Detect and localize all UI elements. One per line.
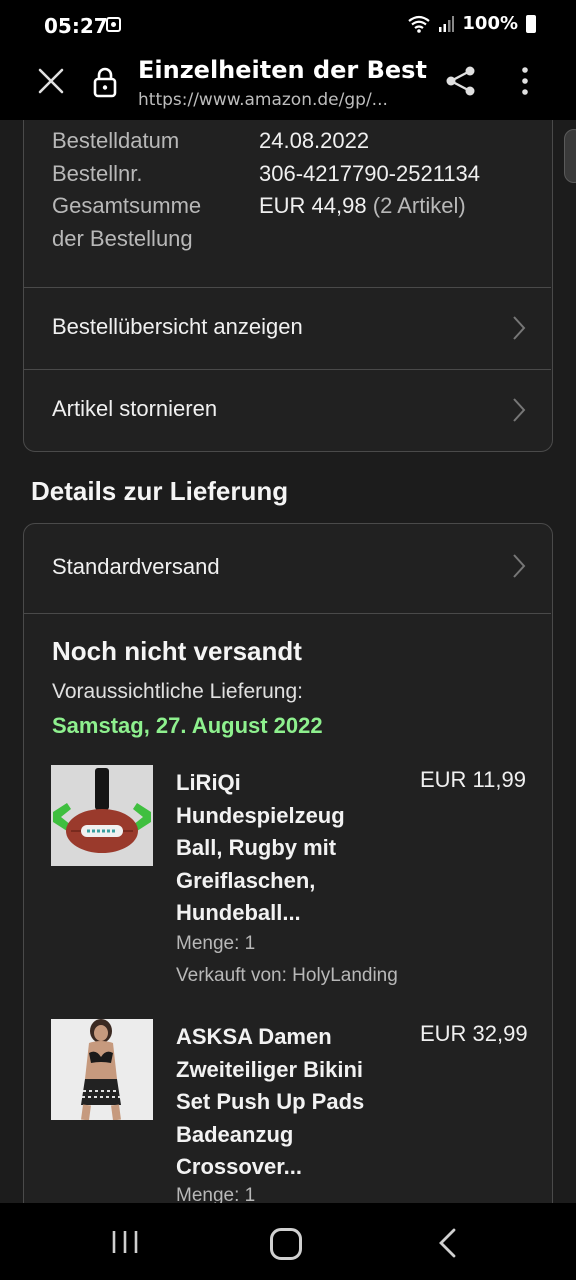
status-bar: 05:27 100% (0, 0, 576, 50)
chevron-right-icon (513, 554, 526, 578)
order-total-label-line2: der Bestellung (52, 225, 193, 251)
chevron-right-icon (513, 316, 526, 340)
home-button[interactable] (270, 1228, 302, 1260)
item-seller: Verkauft von: HolyLanding (176, 965, 398, 986)
recent-apps-icon[interactable] (110, 1229, 140, 1255)
signal-icon (439, 15, 455, 32)
cancel-items-link[interactable]: Artikel stornieren (24, 369, 551, 451)
expected-delivery-label: Voraussichtliche Lieferung: (52, 680, 303, 703)
item-price: EUR 32,99 (420, 1021, 528, 1046)
cancel-items-label: Artikel stornieren (52, 396, 218, 421)
browser-toolbar: Einzelheiten der Best... https://www.ama… (0, 50, 576, 120)
item-title[interactable]: ASKSA Damen Zweiteiliger Bikini Set Push… (176, 1021, 396, 1184)
shipment-status: Noch nicht versandt (52, 636, 302, 666)
order-item[interactable]: ASKSA Damen Zweiteiliger Bikini Set Push… (51, 1019, 536, 1203)
shipping-method-label: Standardversand (52, 554, 220, 579)
status-time: 05:27 (44, 14, 108, 38)
delivery-card: Standardversand Noch nicht versandt Vora… (23, 523, 553, 1203)
lock-icon[interactable] (92, 66, 118, 98)
shipping-method-row[interactable]: Standardversand (24, 524, 551, 614)
close-icon[interactable] (36, 66, 66, 96)
scrollbar-thumb[interactable] (564, 129, 576, 183)
status-indicators: 100% (408, 13, 536, 34)
order-number-row: Bestellnr. 306-4217790-2521134 (52, 158, 532, 191)
product-image-bikini[interactable] (51, 1019, 153, 1120)
order-overview-label: Bestellübersicht anzeigen (52, 314, 303, 339)
order-total-label-line1: Gesamtsumme (52, 193, 202, 218)
order-item[interactable]: LiRiQi Hundespielzeug Ball, Rugby mit Gr… (51, 765, 536, 1005)
order-number-label: Bestellnr. (52, 160, 143, 186)
wifi-icon (408, 15, 431, 33)
item-title[interactable]: LiRiQi Hundespielzeug Ball, Rugby mit Gr… (176, 767, 396, 930)
chevron-right-icon (513, 398, 526, 422)
item-price: EUR 11,99 (420, 767, 526, 792)
order-date-label: Bestelldatum (52, 128, 180, 153)
order-total-amount: EUR 44,98 (259, 193, 367, 218)
more-options-icon[interactable] (510, 64, 540, 98)
order-summary-card: Bestelldatum 24.08.2022 Bestellnr. 306-4… (23, 120, 576, 452)
delivery-section-title: Details zur Lieferung (31, 476, 289, 506)
battery-icon (526, 14, 536, 33)
page-content: Bestelldatum 24.08.2022 Bestellnr. 306-4… (0, 120, 576, 1203)
order-total-value: EUR 44,98 (2 Artikel) (259, 190, 532, 223)
item-quantity: Menge: 1 (176, 933, 256, 954)
order-total-row-2: der Bestellung (52, 223, 532, 256)
notification-icon (106, 17, 121, 32)
order-date-row: Bestelldatum 24.08.2022 (52, 125, 532, 158)
expected-delivery-date: Samstag, 27. August 2022 (52, 713, 323, 738)
battery-percent: 100% (462, 13, 518, 34)
order-info: Bestelldatum 24.08.2022 Bestellnr. 306-4… (52, 125, 532, 255)
share-icon[interactable] (444, 64, 478, 98)
order-overview-link[interactable]: Bestellübersicht anzeigen (24, 287, 551, 369)
system-navigation-bar (0, 1203, 576, 1280)
item-quantity: Menge: 1 (176, 1185, 256, 1203)
order-date-value: 24.08.2022 (259, 128, 370, 153)
order-total-row: Gesamtsumme EUR 44,98 (2 Artikel) (52, 190, 532, 223)
order-total-count: (2 Artikel) (372, 193, 466, 218)
product-image-dog-toy[interactable] (51, 765, 153, 866)
page-title: Einzelheiten der Best... (138, 56, 428, 84)
page-url[interactable]: https://www.amazon.de/gp/... (138, 90, 428, 110)
back-icon[interactable] (436, 1227, 458, 1259)
order-number-value: 306-4217790-2521134 (259, 160, 481, 186)
